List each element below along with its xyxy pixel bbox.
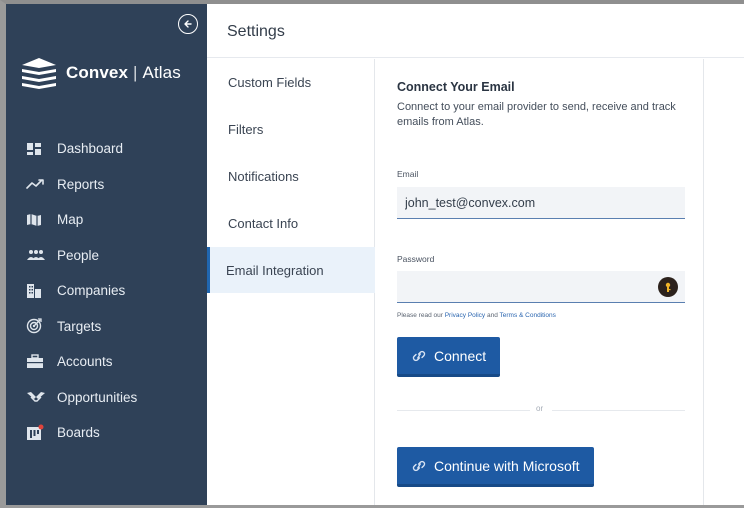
sidebar-item-label: Reports [57,176,105,192]
page-title: Settings [227,23,285,40]
sidebar-item-map[interactable]: Map [6,202,207,238]
settings-menu-email-integration[interactable]: Email Integration [207,247,375,293]
boards-icon [26,424,48,441]
hint-prefix: Please read our [397,312,445,319]
sidebar-item-reports[interactable]: Reports [6,167,207,203]
password-manager-icon[interactable] [658,277,678,297]
divider-left [397,410,530,411]
sidebar-item-label: Dashboard [57,141,124,157]
terms-link[interactable]: Terms & Conditions [500,312,556,319]
password-label: Password [397,254,435,264]
password-input[interactable] [397,271,685,303]
sidebar-item-label: Accounts [57,354,113,370]
sidebar-item-companies[interactable]: Companies [6,273,207,309]
settings-menu-custom-fields[interactable]: Custom Fields [207,59,375,105]
legal-hint: Please read our Privacy Policy and Terms… [397,312,556,319]
microsoft-button-label: Continue with Microsoft [434,457,580,474]
sidebar-item-opportunities[interactable]: Opportunities [6,380,207,416]
hint-and: and [485,312,500,319]
sidebar-item-targets[interactable]: Targets [6,309,207,345]
sidebar: Convex | Atlas Dashboard Reports Map Peo… [6,4,207,505]
convex-logo-icon [22,58,56,89]
accounts-icon [26,354,48,370]
sidebar-item-label: Opportunities [57,389,138,405]
map-icon [26,212,48,228]
arrow-left-icon [184,20,192,28]
logo-brand: Convex [66,63,129,82]
settings-menu: Custom Fields Filters Notifications Cont… [207,59,375,505]
sidebar-item-boards[interactable]: Boards [6,415,207,451]
app-logo[interactable]: Convex | Atlas [20,56,181,90]
panel-description: Connect to your email provider to send, … [397,101,676,128]
logo-product: Atlas [142,63,181,82]
sidebar-item-people[interactable]: People [6,238,207,274]
sidebar-item-label: Map [57,212,84,228]
sidebar-item-label: People [57,247,100,263]
companies-icon [26,283,48,299]
dashboard-icon [26,141,48,157]
page-header: Settings [207,4,744,58]
continue-with-microsoft-button[interactable]: Continue with Microsoft [397,447,594,487]
panel-title: Connect Your Email [397,80,515,94]
link-icon [412,460,426,471]
collapse-sidebar-button[interactable] [178,14,198,34]
settings-menu-filters[interactable]: Filters [207,106,375,152]
email-input[interactable] [397,187,685,219]
privacy-policy-link[interactable]: Privacy Policy [445,312,485,319]
sidebar-item-label: Targets [57,318,102,334]
sidebar-item-dashboard[interactable]: Dashboard [6,131,207,167]
email-label: Email [397,169,419,179]
link-icon [412,350,426,361]
logo-separator: | [133,63,138,82]
sidebar-item-accounts[interactable]: Accounts [6,344,207,380]
targets-icon [26,318,48,334]
sidebar-item-label: Companies [57,283,126,299]
divider-right [552,410,685,411]
reports-icon [26,176,48,192]
sidebar-nav: Dashboard Reports Map People Companies T… [6,131,207,451]
email-integration-panel: Connect Your Email Connect to your email… [376,59,704,505]
sidebar-item-label: Boards [57,425,100,441]
connect-button[interactable]: Connect [397,337,501,377]
settings-menu-notifications[interactable]: Notifications [207,153,375,199]
opportunities-icon [26,389,48,405]
settings-menu-contact-info[interactable]: Contact Info [207,200,375,246]
or-divider-text: or [536,404,544,413]
people-icon [26,247,48,263]
connect-button-label: Connect [434,347,487,364]
logo-text: Convex | Atlas [66,63,181,83]
